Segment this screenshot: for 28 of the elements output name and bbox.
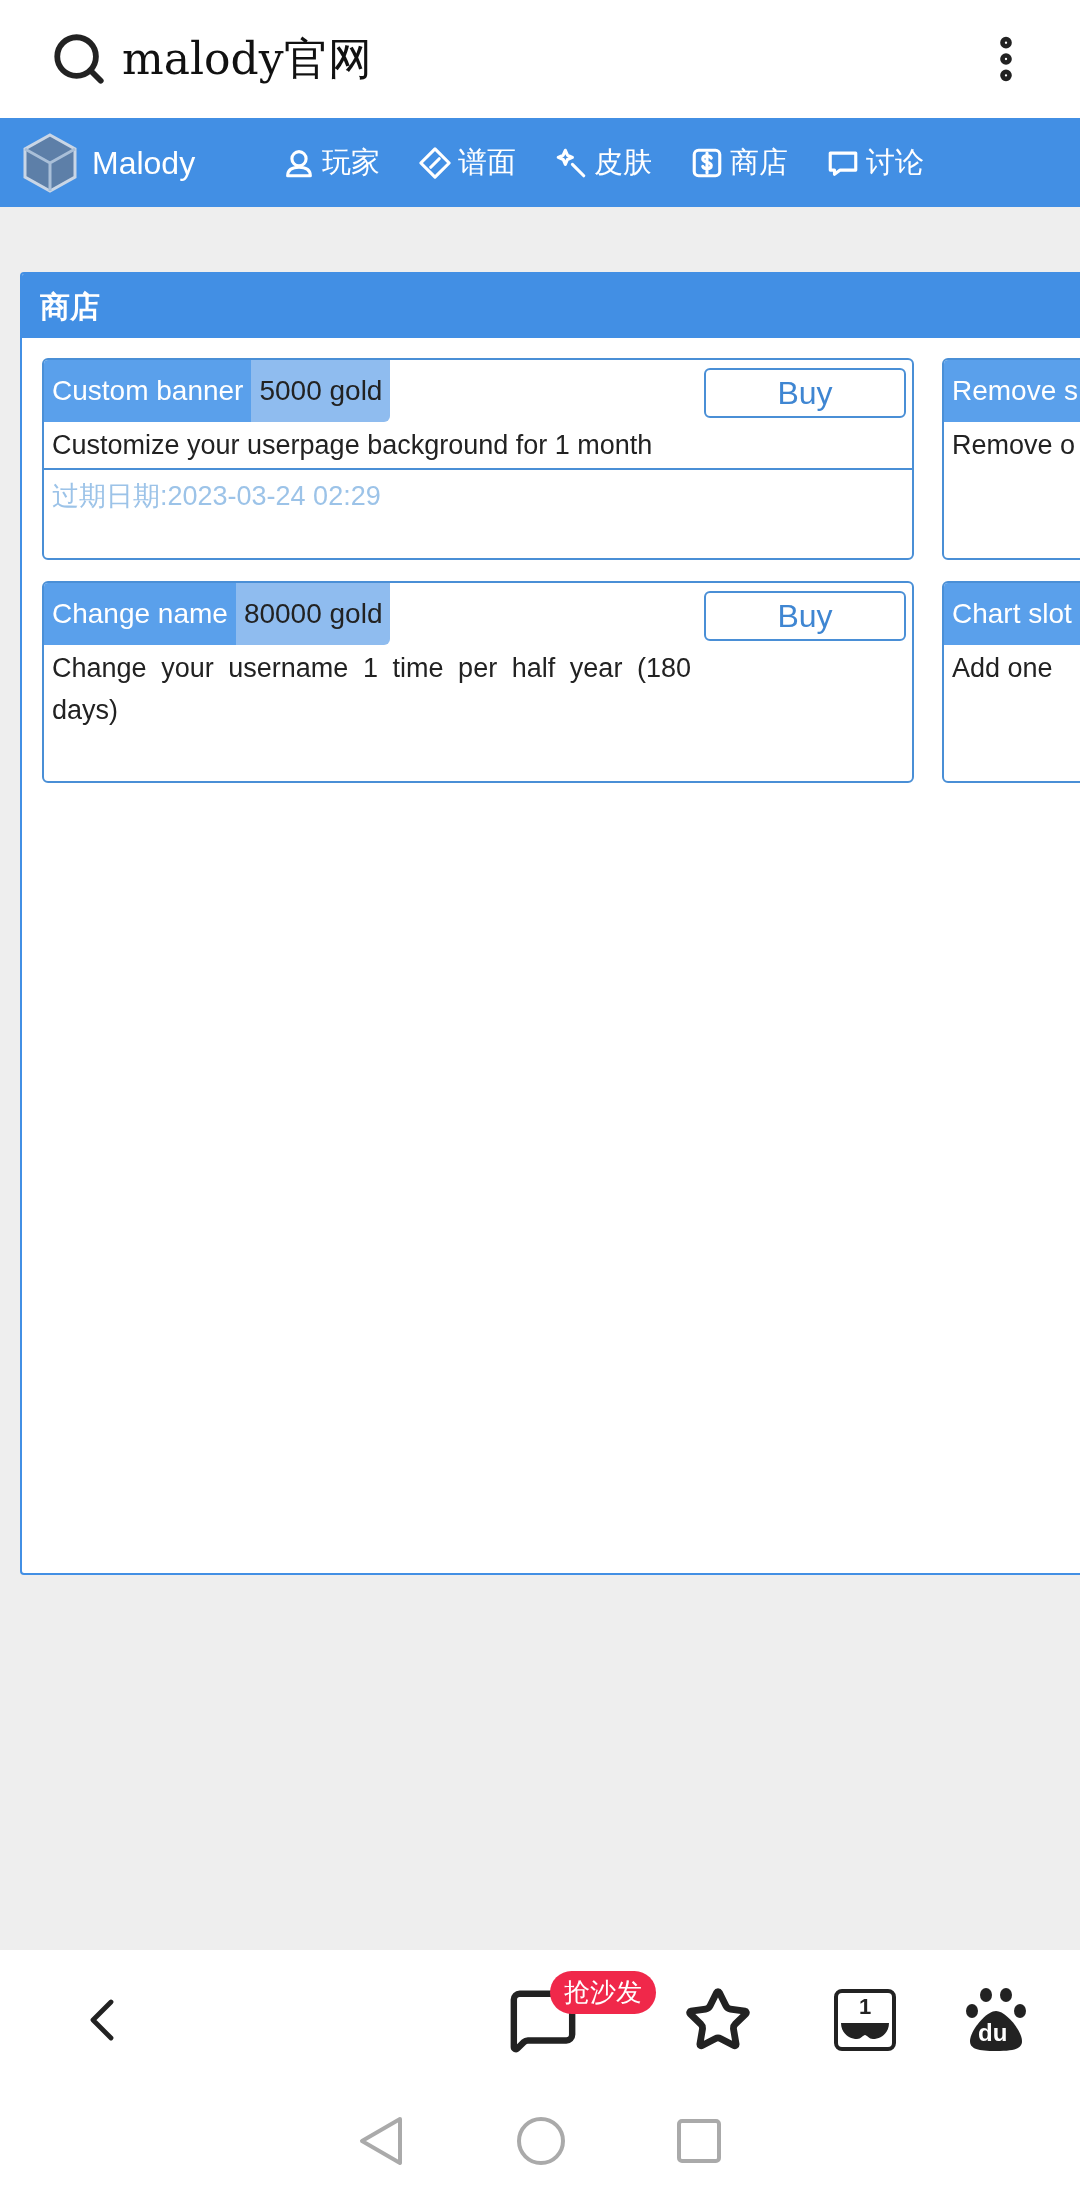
tab-count: 1	[858, 1993, 872, 2021]
tabs-icon[interactable]: 1	[834, 1989, 896, 2051]
panel-title: 商店	[40, 288, 100, 325]
item-description: Remove o	[951, 429, 1077, 462]
item-price: 80000 gold	[235, 583, 391, 645]
nav-link[interactable]: 谱面	[418, 140, 516, 185]
buy-button[interactable]: Buy	[704, 591, 906, 641]
mask-icon	[839, 2021, 891, 2041]
diamond-icon	[418, 145, 452, 180]
item-name: Remove s	[944, 360, 1080, 422]
logo-letters: du	[978, 2021, 1008, 2045]
expiry-date: 过期日期:2023-03-24 02:29	[51, 480, 382, 513]
nav-link[interactable]: 讨论	[826, 140, 924, 185]
cube-logo-icon[interactable]	[22, 132, 78, 193]
item-name: Change name	[44, 583, 236, 645]
comment-badge: 抢沙发	[550, 1971, 656, 2014]
buy-button[interactable]: Buy	[704, 368, 906, 418]
item-name: Custom banner	[44, 360, 252, 422]
search-query[interactable]: malody官网	[122, 26, 372, 92]
item-description: Change your username 1 time per half year (180 days)	[51, 652, 692, 727]
item-price: 5000 gold	[251, 360, 391, 422]
item-description: Customize your userpage background for 1 month	[51, 429, 654, 462]
nav-link[interactable]: 玩家	[282, 140, 380, 185]
item-name: Chart slot	[944, 583, 1080, 645]
item-description: Add one	[951, 652, 1054, 685]
nav-link[interactable]: 皮肤	[554, 140, 652, 185]
brand-name[interactable]: Malody	[92, 138, 282, 187]
nav-link[interactable]: 商店	[690, 140, 788, 185]
